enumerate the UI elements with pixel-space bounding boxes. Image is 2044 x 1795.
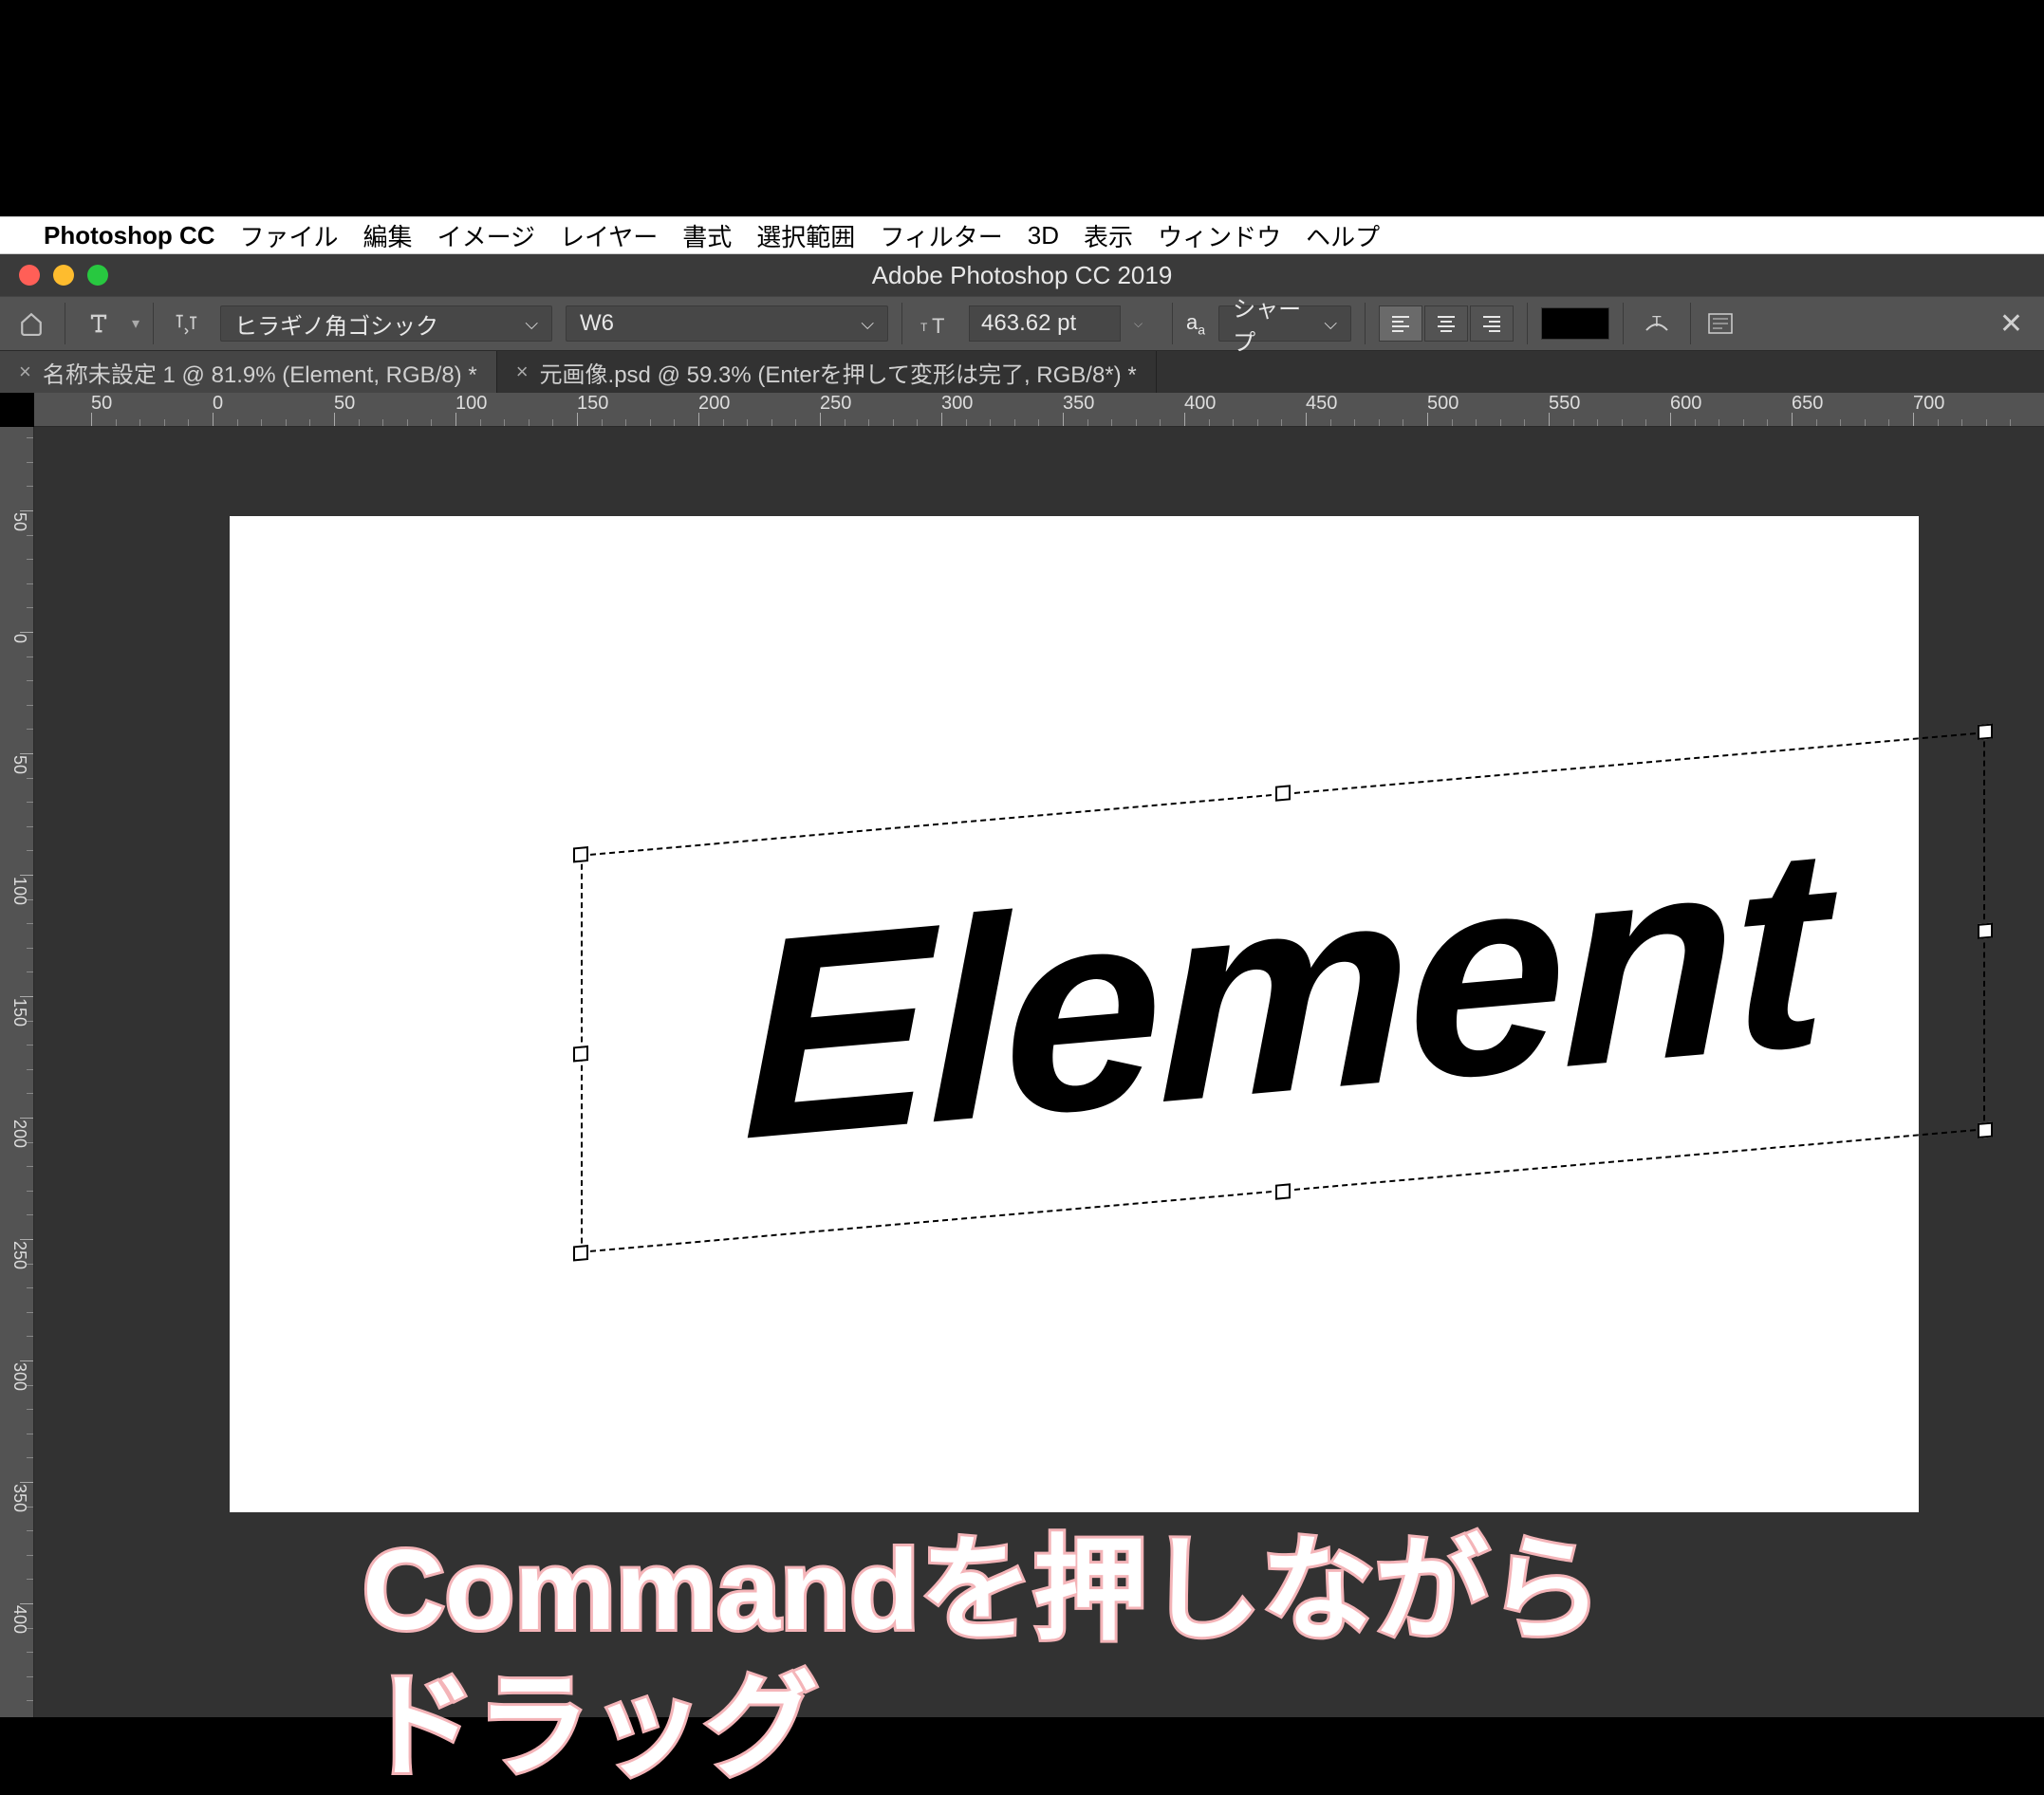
text-color-swatch[interactable] [1541, 307, 1609, 340]
minimize-window-icon[interactable] [53, 265, 74, 286]
font-family-value: ヒラギノ角ゴシック [234, 307, 438, 341]
antialias-value: シャープ [1233, 290, 1312, 357]
ruler-vertical[interactable]: 10050050100150200250300350400 [0, 427, 34, 1717]
font-size-input[interactable]: 463.62 pt [969, 305, 1121, 342]
transform-handle-tl[interactable] [573, 846, 588, 862]
warp-text-icon[interactable]: T [1637, 304, 1677, 343]
close-options-icon[interactable]: ✕ [1990, 307, 2033, 341]
transform-handle-ml[interactable] [573, 1046, 588, 1062]
menu-window[interactable]: ウィンドウ [1158, 218, 1281, 253]
character-panel-icon[interactable] [1704, 307, 1737, 340]
traffic-lights [0, 265, 108, 286]
transform-handle-bl[interactable] [573, 1245, 588, 1261]
font-size-value: 463.62 pt [981, 310, 1076, 337]
font-weight-select[interactable]: W6 ⌵ [566, 305, 888, 342]
text-orientation-icon[interactable] [167, 304, 207, 343]
font-size-stepper[interactable]: ⌵ [1134, 319, 1159, 328]
tab-label: 元画像.psd @ 59.3% (Enterを押して変形は完了, RGB/8*)… [540, 356, 1137, 389]
chevron-down-icon: ⌵ [1312, 314, 1337, 334]
menu-3d[interactable]: 3D [1028, 221, 1059, 250]
menu-filter[interactable]: フィルター [880, 218, 1002, 253]
close-tab-icon[interactable]: × [19, 360, 31, 384]
window-titlebar: Adobe Photoshop CC 2019 [0, 254, 2044, 296]
menu-select[interactable]: 選択範囲 [756, 218, 855, 253]
chevron-down-icon: ⌵ [849, 314, 874, 334]
menu-image[interactable]: イメージ [437, 218, 535, 253]
tab-label: 名称未設定 1 @ 81.9% (Element, RGB/8) * [43, 356, 477, 389]
close-window-icon[interactable] [19, 265, 40, 286]
transform-bounding-box[interactable]: Element [581, 731, 1985, 1252]
antialias-icon: aa [1186, 310, 1205, 337]
font-size-icon: TT [916, 304, 956, 343]
tool-chevron-icon[interactable]: ▾ [132, 314, 139, 333]
type-tool-icon[interactable] [79, 304, 119, 343]
menu-view[interactable]: 表示 [1084, 218, 1133, 253]
menu-layer[interactable]: レイヤー [560, 218, 658, 253]
align-right-button[interactable] [1470, 305, 1514, 342]
menu-file[interactable]: ファイル [240, 218, 339, 253]
text-align-group [1379, 305, 1514, 342]
transform-handle-br[interactable] [1978, 1122, 1993, 1138]
canvas-area[interactable]: Element Commandを押しながら ドラッグ [34, 427, 2044, 1717]
mac-menubar: Photoshop CC ファイル 編集 イメージ レイヤー 書式 選択範囲 フ… [0, 216, 2044, 254]
align-center-button[interactable] [1424, 305, 1468, 342]
annotation-line-2: ドラッグ [362, 1658, 1603, 1795]
window-title: Adobe Photoshop CC 2019 [872, 261, 1173, 290]
chevron-down-icon: ⌵ [513, 314, 538, 334]
transform-handle-tm[interactable] [1275, 785, 1291, 801]
home-icon[interactable] [11, 304, 51, 343]
ruler-horizontal[interactable]: 5005010015020025030035040045050055060065… [34, 393, 2044, 427]
transform-handle-mr[interactable] [1978, 923, 1993, 939]
close-tab-icon[interactable]: × [516, 360, 529, 384]
maximize-window-icon[interactable] [87, 265, 108, 286]
menu-edit[interactable]: 編集 [363, 218, 413, 253]
align-left-button[interactable] [1379, 305, 1422, 342]
transform-handle-tr[interactable] [1978, 724, 1993, 740]
svg-text:T: T [932, 314, 944, 336]
antialias-select[interactable]: シャープ ⌵ [1218, 305, 1351, 342]
document-tabbar: × 名称未設定 1 @ 81.9% (Element, RGB/8) * × 元… [0, 351, 2044, 393]
menu-help[interactable]: ヘルプ [1306, 218, 1380, 253]
font-weight-value: W6 [580, 310, 614, 337]
instruction-annotation: Commandを押しながら ドラッグ [362, 1522, 1603, 1795]
canvas[interactable]: Element Commandを押しながら ドラッグ [230, 516, 1919, 1512]
annotation-line-1: Commandを押しながら [362, 1522, 1603, 1658]
app-name[interactable]: Photoshop CC [44, 221, 215, 250]
menu-type[interactable]: 書式 [682, 218, 732, 253]
document-tab-2[interactable]: × 元画像.psd @ 59.3% (Enterを押して変形は完了, RGB/8… [497, 351, 1157, 393]
transform-handle-bm[interactable] [1275, 1183, 1291, 1199]
document-tab-1[interactable]: × 名称未設定 1 @ 81.9% (Element, RGB/8) * [0, 351, 497, 393]
black-top-area [0, 0, 2044, 216]
svg-text:T: T [920, 321, 928, 334]
options-bar: ▾ ヒラギノ角ゴシック ⌵ W6 ⌵ TT 463.62 pt ⌵ aa シャー… [0, 296, 2044, 351]
font-family-select[interactable]: ヒラギノ角ゴシック ⌵ [220, 305, 552, 342]
svg-text:T: T [1652, 314, 1662, 330]
